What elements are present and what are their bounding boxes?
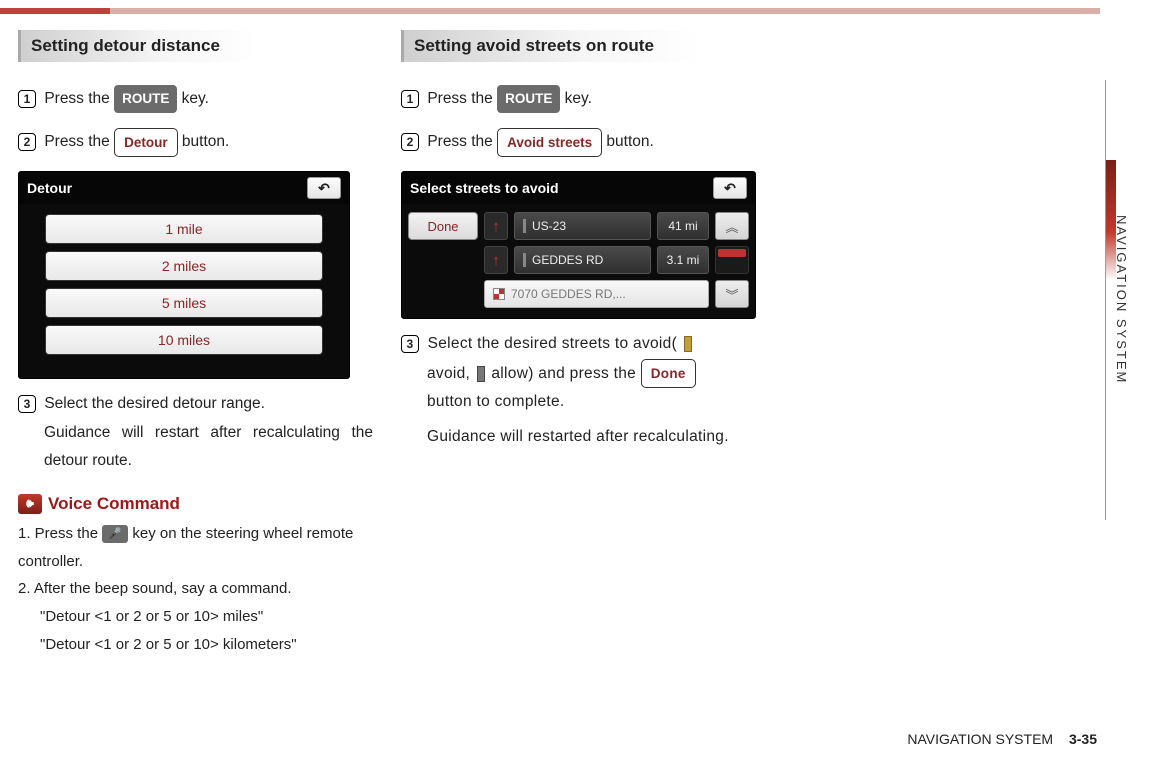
step-number-1: 1 xyxy=(18,90,36,108)
step3-text-b: Guidance will restart after recalculatin… xyxy=(44,419,373,476)
mile-option-5[interactable]: 5 miles xyxy=(45,288,323,318)
voice-command-heading: 🕪 Voice Command xyxy=(18,494,373,514)
step1-text-a: Press the xyxy=(44,90,114,107)
scroll-down-button[interactable]: ︾ xyxy=(715,280,749,308)
side-tab: NAVIGATION SYSTEM xyxy=(1105,80,1137,520)
avoid-step1-a: Press the xyxy=(427,90,497,107)
step2-text-b: button. xyxy=(178,133,230,150)
detour-button-label: Detour xyxy=(114,128,178,158)
detour-screen-topbar: Detour ↶ xyxy=(19,172,349,204)
side-tab-gradient xyxy=(1106,160,1116,280)
top-accent-bar xyxy=(0,8,1100,14)
avoid3-e: Guidance will restarted after recalculat… xyxy=(427,423,756,452)
street-row-1[interactable]: ↑ US-23 41 mi xyxy=(484,212,709,240)
avoid-step1-b: key. xyxy=(560,90,592,107)
avoid-marker-icon xyxy=(684,336,692,352)
voice-step-1: 1. Press the 🎤 key on the steering wheel… xyxy=(18,520,373,576)
street-name-1: US-23 xyxy=(514,212,651,240)
back-button-2[interactable]: ↶ xyxy=(713,177,747,199)
scroll-up-button[interactable]: ︽ xyxy=(715,212,749,240)
voice-heading-text: Voice Command xyxy=(48,494,180,514)
detour-step-3: 3 Select the desired detour range. Guida… xyxy=(18,389,373,476)
avoid-step-3: 3 Select the desired streets to avoid( a… xyxy=(401,329,756,452)
page-content: Setting detour distance 1 Press the ROUT… xyxy=(18,30,758,730)
step-number-1b: 1 xyxy=(401,90,419,108)
section-heading-detour: Setting detour distance xyxy=(18,30,258,62)
step-number-2: 2 xyxy=(18,133,36,151)
mile-option-2[interactable]: 2 miles xyxy=(45,251,323,281)
avoid-screen-body: Done ↑ US-23 41 mi ↑ GEDDES RD 3.1 mi xyxy=(402,204,755,318)
voice-1a: 1. Press the xyxy=(18,525,102,542)
avoid-step2-b: button. xyxy=(602,133,654,150)
detour-mile-list: 1 mile 2 miles 5 miles 10 miles xyxy=(19,204,349,378)
mic-key-icon: 🎤 xyxy=(102,525,128,543)
route-key: ROUTE xyxy=(114,85,177,113)
street-row-2[interactable]: ↑ GEDDES RD 3.1 mi xyxy=(484,246,709,274)
avoid-step-1: 1 Press the ROUTE key. xyxy=(401,84,756,113)
flag-icon xyxy=(493,288,505,300)
step3-text-a: Select the desired detour range. xyxy=(44,395,265,412)
voice-icon: 🕪 xyxy=(18,494,42,514)
section-heading-avoid: Setting avoid streets on route xyxy=(401,30,701,62)
detour-screen-title: Detour xyxy=(27,180,72,196)
column-avoid-streets: Setting avoid streets on route 1 Press t… xyxy=(401,30,756,659)
street-list: ↑ US-23 41 mi ↑ GEDDES RD 3.1 mi 7070 GE… xyxy=(484,212,709,308)
avoid3-d: button to complete. xyxy=(427,388,756,417)
done-button-label: Done xyxy=(641,359,696,389)
street-dist-2: 3.1 mi xyxy=(657,246,709,274)
avoid-streets-button-label: Avoid streets xyxy=(497,128,602,158)
step-number-3: 3 xyxy=(18,395,36,413)
voice-step-2: 2. After the beep sound, say a command. xyxy=(18,575,373,603)
done-button[interactable]: Done xyxy=(408,212,478,240)
step-number-3b: 3 xyxy=(401,335,419,353)
allow-marker-icon xyxy=(477,366,485,382)
detour-screen: Detour ↶ 1 mile 2 miles 5 miles 10 miles xyxy=(18,171,350,379)
mile-option-10[interactable]: 10 miles xyxy=(45,325,323,355)
mile-option-1[interactable]: 1 mile xyxy=(45,214,323,244)
street-dist-1: 41 mi xyxy=(657,212,709,240)
avoid3-a: Select the desired streets to avoid( xyxy=(428,335,677,352)
step2-text-a: Press the xyxy=(44,133,114,150)
avoid3-c: allow) and press the xyxy=(491,365,640,382)
street-name-2: GEDDES RD xyxy=(514,246,651,274)
avoid-screen: Select streets to avoid ↶ Done ↑ US-23 4… xyxy=(401,171,756,319)
back-button[interactable]: ↶ xyxy=(307,177,341,199)
scroll-column: ︽ ︾ xyxy=(715,212,749,308)
page-footer: NAVIGATION SYSTEM 3-35 xyxy=(907,731,1097,747)
scroll-track[interactable] xyxy=(715,246,749,274)
up-arrow-icon-2: ↑ xyxy=(484,246,508,274)
column-detour: Setting detour distance 1 Press the ROUT… xyxy=(18,30,373,659)
voice-cmd-1: "Detour <1 or 2 or 5 or 10> miles" xyxy=(40,603,373,631)
side-tab-label: NAVIGATION SYSTEM xyxy=(1114,215,1129,384)
avoid3-b: avoid, xyxy=(427,365,475,382)
avoid-screen-topbar: Select streets to avoid ↶ xyxy=(402,172,755,204)
footer-page: 3-35 xyxy=(1069,731,1097,747)
footer-section: NAVIGATION SYSTEM xyxy=(907,731,1053,747)
voice-cmd-2: "Detour <1 or 2 or 5 or 10> kilometers" xyxy=(40,631,373,659)
voice-command-list: 1. Press the 🎤 key on the steering wheel… xyxy=(18,520,373,659)
detour-step-1: 1 Press the ROUTE key. xyxy=(18,84,373,113)
step1-text-b: key. xyxy=(177,90,209,107)
route-key-2: ROUTE xyxy=(497,85,560,113)
destination-row[interactable]: 7070 GEDDES RD,... xyxy=(484,280,709,308)
avoid-screen-title: Select streets to avoid xyxy=(410,180,559,196)
up-arrow-icon: ↑ xyxy=(484,212,508,240)
scroll-thumb xyxy=(718,249,746,257)
detour-step-2: 2 Press the Detour button. xyxy=(18,127,373,157)
avoid-step2-a: Press the xyxy=(427,133,497,150)
step-number-2b: 2 xyxy=(401,133,419,151)
avoid-step-2: 2 Press the Avoid streets button. xyxy=(401,127,756,157)
destination-name: 7070 GEDDES RD,... xyxy=(484,280,709,308)
